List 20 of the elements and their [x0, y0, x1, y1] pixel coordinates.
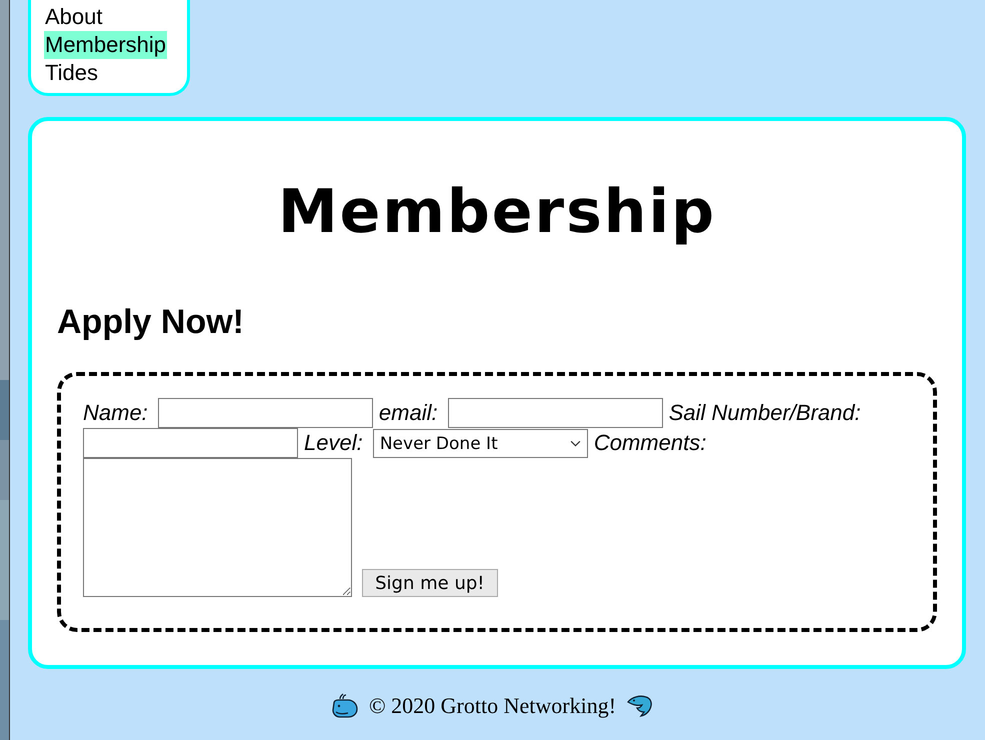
page-title: Membership	[276, 176, 718, 249]
dolphin-icon	[626, 693, 654, 719]
input-field[interactable]	[83, 428, 298, 458]
level-dropdown[interactable]: Never Done It	[372, 429, 588, 458]
field-label: email:	[378, 400, 438, 425]
input-field[interactable]	[448, 398, 663, 428]
field-label: Level:	[304, 430, 363, 455]
comments-field[interactable]	[83, 458, 352, 597]
form-heading: Apply Now!	[57, 302, 245, 342]
whale-icon	[330, 693, 359, 719]
copyright-text: © 2020 Grotto Networking!	[368, 693, 616, 719]
nav-link[interactable]: About	[44, 3, 104, 31]
nav-link[interactable]: Membership	[44, 31, 168, 59]
field-label: Comments:	[594, 430, 706, 455]
input-field[interactable]	[158, 398, 373, 428]
field-label: Name:	[83, 400, 148, 425]
nav-link[interactable]: Tides	[44, 59, 99, 87]
chevron-icon	[570, 440, 581, 447]
submit-button[interactable]: Sign me up!	[362, 569, 498, 597]
field-label: Sail Number/Brand:	[668, 400, 861, 425]
